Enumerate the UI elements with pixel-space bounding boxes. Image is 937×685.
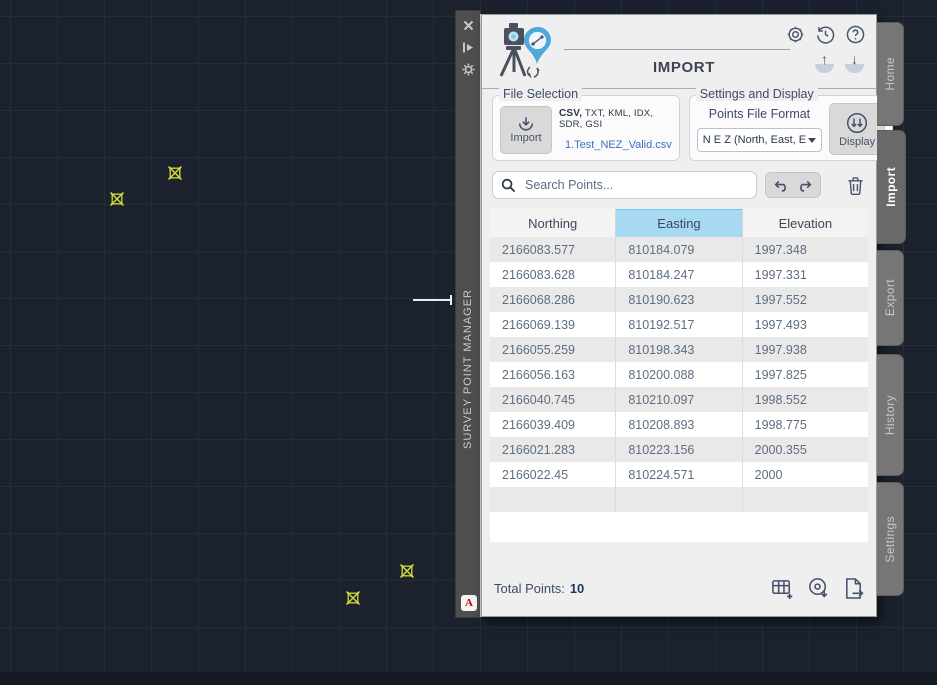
table-row[interactable]: 2166040.745 810210.097 1998.552 [490,387,868,412]
table-cell[interactable]: 810224.571 [616,462,743,487]
table-row[interactable]: 2166068.286 810190.623 1997.552 [490,287,868,312]
table-cell[interactable]: 2166069.139 [490,312,617,337]
crosshair-pickbox [450,295,452,305]
table-row[interactable]: 2166083.628 810184.247 1997.331 [490,262,868,287]
panel-footer: Total Points: 10 [482,560,876,616]
table-row[interactable]: 2166055.259 810198.343 1997.938 [490,337,868,362]
table-row[interactable]: 2166056.163 810200.088 1997.825 [490,362,868,387]
statusbar-edge [0,672,937,685]
redo-icon[interactable] [797,179,813,192]
table-cell[interactable]: 810190.623 [616,287,743,312]
tab-export[interactable]: Export [877,250,904,346]
tab-home[interactable]: Home [877,22,904,126]
file-selection-title: File Selection [499,87,583,101]
table-cell[interactable]: 2166056.163 [490,362,617,387]
download-icon[interactable]: ↓ [845,51,864,73]
table-cell[interactable]: 2166068.286 [490,287,617,312]
export-file-icon[interactable] [843,577,864,600]
table-row[interactable]: 2166083.577 810184.079 1997.348 [490,237,868,262]
table-cell[interactable]: 2166022.45 [490,462,617,487]
points-format-dropdown[interactable]: N E Z (North, East, E [696,128,823,152]
column-header-northing[interactable]: Northing [490,209,617,237]
palette-title: SURVEY POINT MANAGER [462,289,474,449]
tab-settings[interactable]: Settings [877,482,904,596]
survey-point-marker[interactable] [167,165,183,181]
table-row[interactable]: 2166021.283 810223.156 2000.355 [490,437,868,462]
table-cell[interactable]: 2166083.577 [490,237,617,262]
points-file-format-label: Points File Format [708,107,811,121]
table-cell[interactable]: 1997.825 [743,362,868,387]
table-cell[interactable]: 1998.775 [743,412,868,437]
history-clock-icon[interactable] [815,24,836,45]
table-cell[interactable]: 810192.517 [616,312,743,337]
table-cell[interactable]: 810184.079 [616,237,743,262]
table-cell[interactable]: 2000.355 [743,437,868,462]
survey-point-marker[interactable] [345,590,361,606]
settings-display-group: Settings and Display Points File Format … [688,87,894,161]
table-cell[interactable]: 2166040.745 [490,387,617,412]
locate-point-icon[interactable] [807,577,830,600]
table-cell[interactable]: 810198.343 [616,337,743,362]
import-file-button[interactable]: Import [500,106,552,154]
column-header-elevation[interactable]: Elevation [743,209,868,237]
supported-formats: CSV, TXT, KML, IDX, SDR, GSI [559,108,654,130]
help-icon[interactable] [845,24,866,45]
table-cell[interactable]: 810223.156 [616,437,743,462]
table-cell[interactable]: 1997.938 [743,337,868,362]
table-row[interactable]: 2166022.45 810224.571 2000 [490,462,868,487]
undo-redo-group [765,172,821,198]
table-cell[interactable] [616,487,743,512]
table-cell[interactable]: 810208.893 [616,412,743,437]
tab-history[interactable]: History [877,354,904,476]
upload-icon[interactable]: ↑ [815,51,834,73]
table-cell[interactable]: 1998.552 [743,387,868,412]
autohide-pin-icon[interactable] [460,39,476,55]
table-cell[interactable]: 2166039.409 [490,412,617,437]
table-cell[interactable]: 1997.552 [743,287,868,312]
column-header-easting[interactable]: Easting [616,209,743,237]
settings-display-title: Settings and Display [695,87,818,101]
survey-point-marker[interactable] [399,563,415,579]
search-points-input[interactable] [523,177,748,193]
table-cell[interactable]: 2166083.628 [490,262,617,287]
close-icon[interactable] [460,17,476,33]
loaded-file-link[interactable]: 1.Test_NEZ_Valid.csv [559,139,672,151]
table-cell[interactable]: 810200.088 [616,362,743,387]
table-cell[interactable] [490,487,617,512]
table-cell[interactable]: 1997.493 [743,312,868,337]
app-logo [492,21,554,84]
points-table: Northing Easting Elevation 2166083.577 8101… [490,209,868,542]
autocad-logo: A [461,595,477,611]
tab-import[interactable]: Import [877,130,906,244]
undo-icon[interactable] [773,179,789,192]
file-selection-group: File Selection Import CSV, TXT, KML, IDX… [492,87,680,161]
add-table-row-icon[interactable] [771,577,794,600]
survey-point-marker[interactable] [109,191,125,207]
table-cell[interactable]: 810210.097 [616,387,743,412]
table-cell[interactable]: 2166021.283 [490,437,617,462]
settings-gear-icon[interactable] [785,24,806,45]
panel-header: IMPORT ↑ ↓ [482,15,876,89]
delete-points-icon[interactable] [847,176,864,195]
crosshair-cursor [413,299,452,301]
table-row[interactable] [490,487,868,512]
table-cell[interactable]: 2000 [743,462,868,487]
table-cell[interactable] [743,487,868,512]
table-filler [490,512,868,542]
palette-titlebar[interactable]: SURVEY POINT MANAGER A [455,10,481,618]
table-cell[interactable]: 2166055.259 [490,337,617,362]
search-icon [501,178,516,193]
table-cell[interactable]: 810184.247 [616,262,743,287]
search-box[interactable] [492,171,757,199]
chevron-down-icon [808,137,817,143]
table-row[interactable]: 2166039.409 810208.893 1998.775 [490,412,868,437]
total-points: Total Points: 10 [494,580,585,596]
table-row[interactable]: 2166069.139 810192.517 1997.493 [490,312,868,337]
properties-gear-icon[interactable] [460,61,476,77]
table-cell[interactable]: 1997.331 [743,262,868,287]
table-cell[interactable]: 1997.348 [743,237,868,262]
survey-point-manager-panel: IMPORT ↑ ↓ File Selection Import CSV, TX… [481,14,894,617]
